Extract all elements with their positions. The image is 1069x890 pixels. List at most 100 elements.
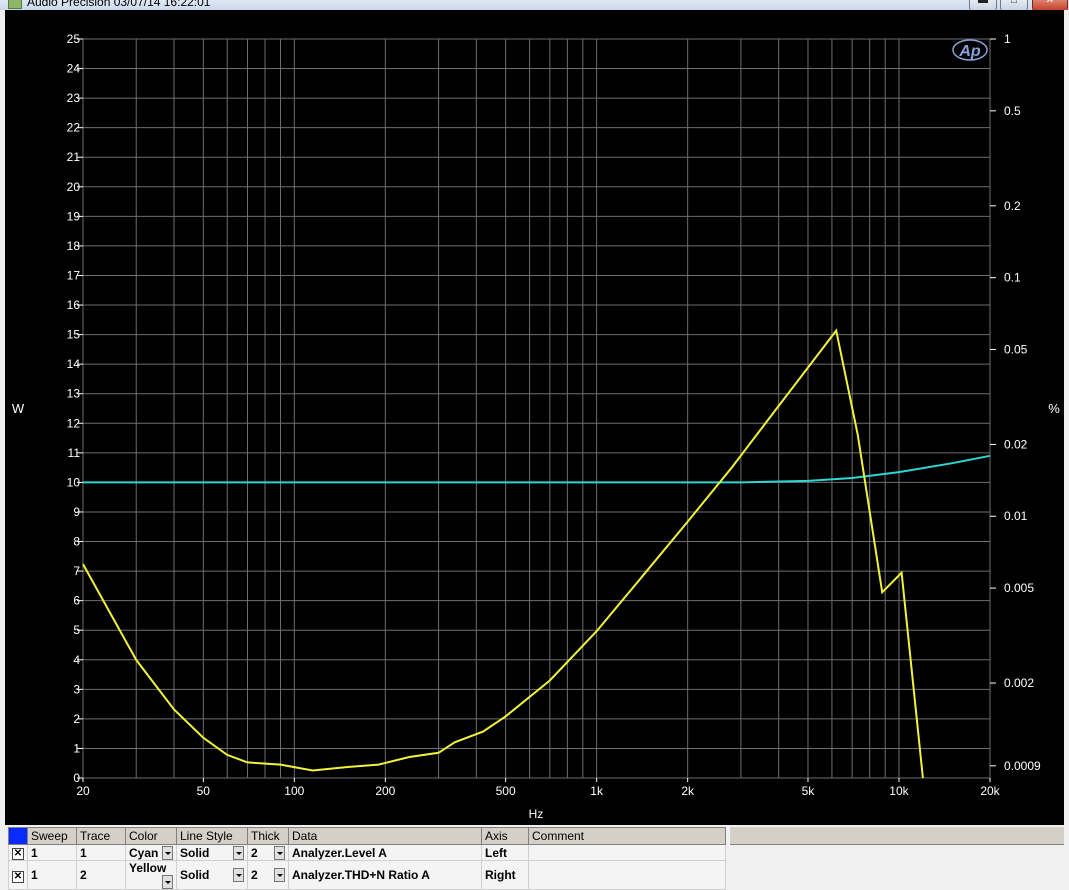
left-tick-label: 3: [73, 682, 80, 696]
select-all-corner[interactable]: [8, 827, 28, 845]
trace-1-axis[interactable]: Left: [481, 844, 529, 861]
trace-2-line-style: Solid: [180, 868, 210, 882]
left-tick-label: 0: [73, 771, 80, 785]
chevron-down-icon[interactable]: [233, 845, 244, 860]
x-tick-label: 500: [496, 784, 516, 798]
left-tick-label: 6: [73, 594, 80, 608]
trace-1-thick: 2: [251, 845, 258, 860]
left-tick-label: 23: [67, 91, 81, 105]
left-tick-label: 17: [67, 268, 81, 282]
trace-1-sweep[interactable]: 1: [27, 844, 77, 861]
trace-2-axis[interactable]: Right: [481, 860, 529, 890]
left-tick-label: 16: [67, 298, 81, 312]
x-tick-label: 100: [284, 784, 304, 798]
left-tick-label: 15: [67, 328, 81, 342]
trace-1-thick-select[interactable]: 2: [247, 844, 289, 861]
left-tick-label: 1: [73, 741, 80, 755]
frequency-response-graph: Hz W % 012345678910111213141516171819202…: [12, 32, 1060, 821]
header-sweep[interactable]: Sweep: [27, 827, 77, 845]
trace-1-data[interactable]: Analyzer.Level A: [288, 844, 482, 861]
trace-2-data[interactable]: Analyzer.THD+N Ratio A: [288, 860, 482, 890]
header-thick[interactable]: Thick: [247, 827, 289, 845]
left-tick-label: 5: [73, 623, 80, 637]
trace-1-color: Cyan: [129, 845, 159, 860]
x-tick-label: 10k: [889, 784, 909, 798]
left-tick-label: 4: [73, 653, 80, 667]
left-tick-label: 10: [67, 475, 81, 489]
app-icon: [8, 0, 22, 9]
right-tick-label: 0.002: [1004, 676, 1034, 690]
right-tick-label: 0.005: [1004, 581, 1034, 595]
trace-2-color-select[interactable]: Yellow: [125, 860, 177, 890]
header-axis[interactable]: Axis: [481, 827, 529, 845]
trace-2-trace[interactable]: 2: [76, 860, 126, 890]
trace-2-thick-select[interactable]: 2: [247, 860, 289, 890]
trace-2-thick: 2: [251, 868, 258, 882]
window-title: Audio Precision 03/07/14 16:22:01: [27, 0, 211, 9]
trace-1-color-select[interactable]: Cyan: [125, 844, 177, 861]
left-tick-label: 22: [67, 121, 81, 135]
chevron-down-icon[interactable]: [233, 868, 244, 882]
x-tick-label: 50: [197, 784, 211, 798]
graph-panel: Hz W % 0 1 2 3 4 5 6 7 8 9 10 11 12 13 14 15 16 17 18 19 20 2…: [5, 10, 1064, 825]
title-bar: Audio Precision 03/07/14 16:22:01 ▬ □ ✕: [0, 0, 1069, 10]
x-tick-label: 5k: [802, 784, 816, 798]
header-data[interactable]: Data: [288, 827, 482, 845]
x-tick-label: 20k: [980, 784, 1000, 798]
chevron-down-icon[interactable]: [274, 868, 285, 882]
x-tick-label: 20: [76, 784, 90, 798]
left-tick-label: 12: [67, 416, 81, 430]
trace-2-enable-checkbox[interactable]: ✕: [12, 870, 24, 883]
ap-logo: Ap: [952, 39, 988, 61]
right-tick-label: 0.01: [1004, 509, 1028, 523]
trace-1-enable-checkbox[interactable]: ✕: [12, 848, 24, 860]
left-tick-label: 9: [73, 505, 80, 519]
grid-lines: [77, 38, 996, 782]
x-tick-label: 2k: [681, 784, 695, 798]
trace-2-sweep[interactable]: 1: [27, 860, 77, 890]
maximize-button[interactable]: □: [1000, 0, 1028, 10]
left-tick-label: 2: [73, 712, 80, 726]
header-line-style[interactable]: Line Style: [176, 827, 248, 845]
left-tick-label: 14: [67, 357, 81, 371]
right-tick-label: 0.2: [1004, 199, 1021, 213]
right-tick-label: 1: [1004, 32, 1011, 46]
trace-1-comment[interactable]: [528, 844, 726, 861]
plot-frame: [82, 38, 991, 779]
minimize-button[interactable]: ▬: [969, 0, 997, 10]
trace-legend-table: Sweep Trace Color Line Style Thick Data …: [8, 827, 726, 890]
trace-2-comment[interactable]: [528, 860, 726, 890]
data-series: [82, 328, 991, 779]
left-tick-label: 24: [67, 62, 81, 76]
header-comment[interactable]: Comment: [528, 827, 726, 845]
x-tick-label: 1k: [590, 784, 604, 798]
right-axis-label: %: [1048, 401, 1060, 416]
chevron-down-icon[interactable]: [274, 845, 285, 860]
chevron-down-icon[interactable]: [162, 875, 173, 889]
right-tick-label: 0.02: [1004, 437, 1028, 451]
series-line-1: [83, 454, 991, 484]
header-color[interactable]: Color: [125, 827, 177, 845]
right-tick-label: 0.0009: [1004, 759, 1041, 773]
trace-1-trace[interactable]: 1: [76, 844, 126, 861]
trace-1-style-select[interactable]: Solid: [176, 844, 248, 861]
series-line-2: [82, 328, 924, 779]
left-tick-label: 21: [67, 150, 81, 164]
right-tick-label: 0.5: [1004, 104, 1021, 118]
trace-1-line-style: Solid: [180, 845, 210, 860]
legend-row-1: ✕ 1 1 Cyan Solid 2 Analyzer.Level A Left: [8, 844, 726, 861]
left-tick-label: 7: [73, 564, 80, 578]
left-tick-label: 13: [67, 387, 81, 401]
legend-header-filler: [730, 827, 1064, 845]
left-tick-label: 11: [68, 446, 81, 460]
x-tick-label: 200: [375, 784, 395, 798]
trace-2-style-select[interactable]: Solid: [176, 860, 248, 890]
legend-header-row: Sweep Trace Color Line Style Thick Data …: [8, 827, 726, 845]
x-axis-label: Hz: [529, 807, 544, 821]
trace-legend-panel: Sweep Trace Color Line Style Thick Data …: [0, 825, 1069, 890]
header-trace[interactable]: Trace: [76, 827, 126, 845]
left-tick-label: 20: [67, 180, 81, 194]
chevron-down-icon[interactable]: [162, 845, 173, 860]
close-button[interactable]: ✕: [1032, 0, 1068, 10]
right-tick-label: 0.1: [1004, 271, 1021, 285]
